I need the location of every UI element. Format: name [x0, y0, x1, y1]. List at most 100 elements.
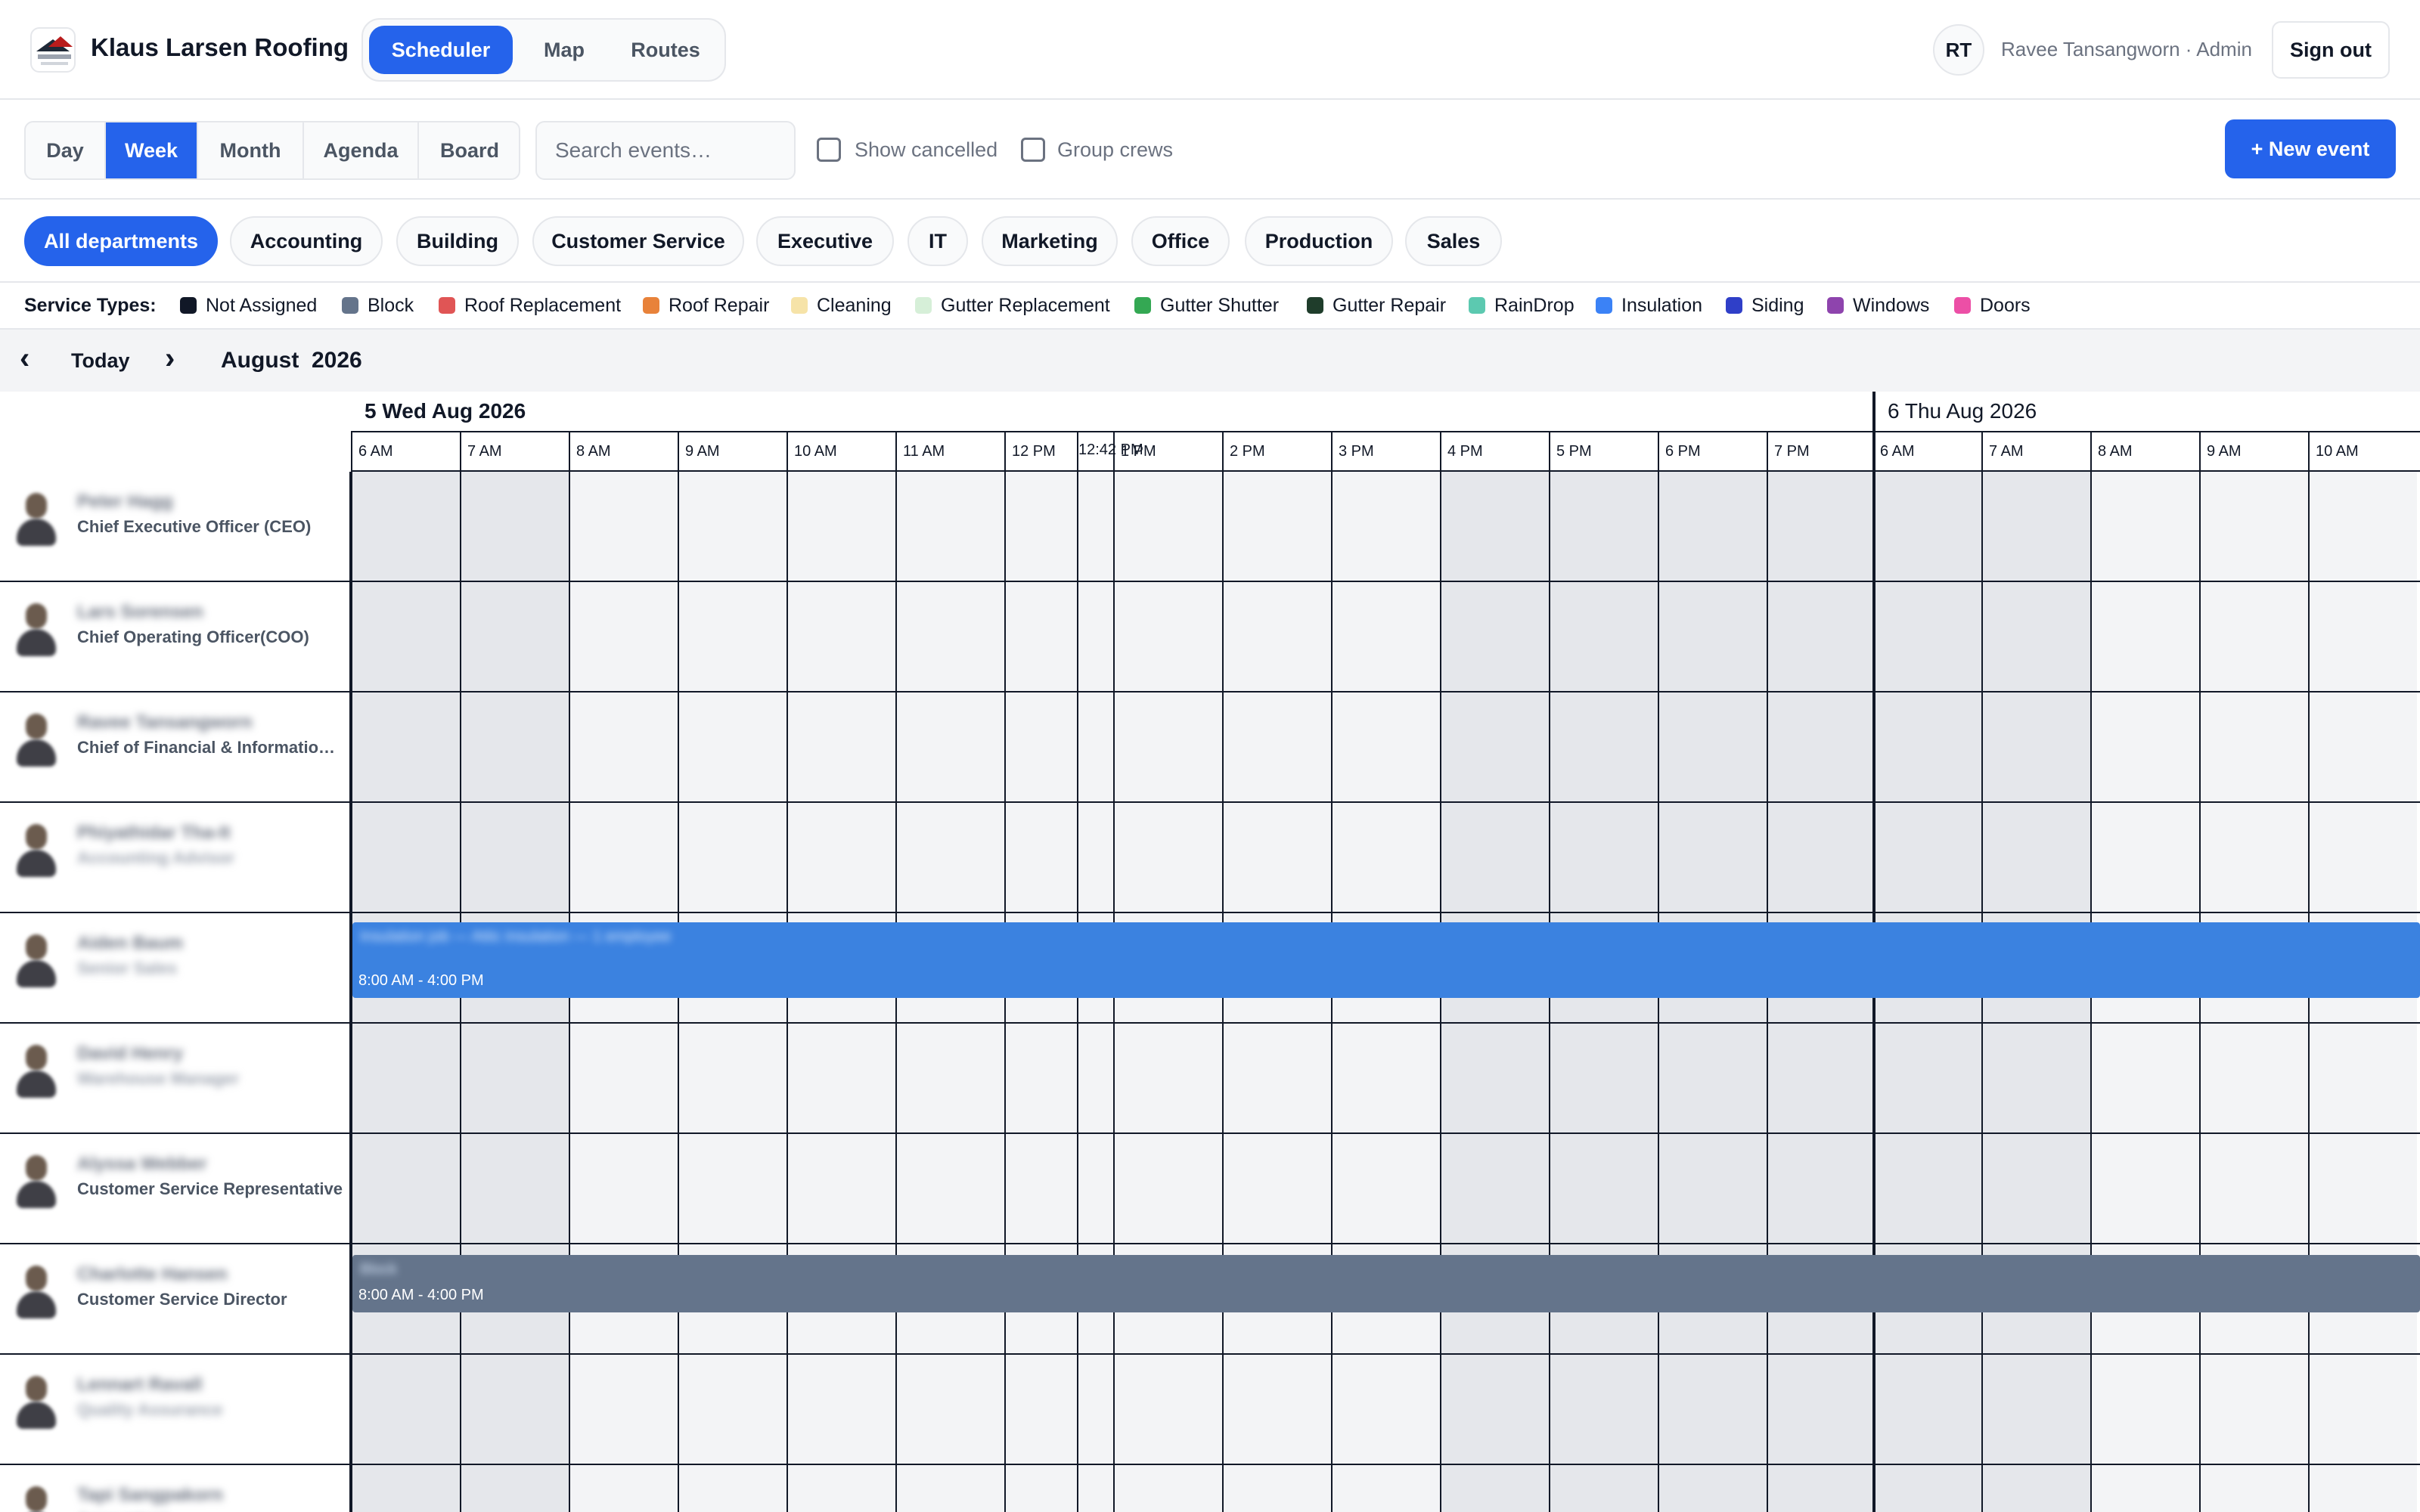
time-slot[interactable]	[786, 1134, 895, 1243]
time-slot[interactable]	[1658, 1134, 1767, 1243]
dept-chip-sales[interactable]: Sales	[1405, 216, 1502, 266]
time-slot[interactable]	[678, 1134, 786, 1243]
time-slot[interactable]	[1113, 692, 1222, 801]
time-slot[interactable]	[2308, 1024, 2417, 1132]
search-events-input[interactable]	[535, 121, 796, 180]
time-slot[interactable]	[351, 692, 460, 801]
time-slot[interactable]	[2199, 1465, 2308, 1512]
calendar-event[interactable]: Block 8:00 AM - 4:00 PM	[352, 1255, 2420, 1312]
time-slot[interactable]	[786, 582, 895, 691]
time-slot[interactable]	[1222, 472, 1331, 581]
time-slot[interactable]	[1767, 582, 1876, 691]
time-slot[interactable]	[1658, 1355, 1767, 1464]
time-slot[interactable]	[1981, 1134, 2090, 1243]
time-slot[interactable]	[678, 1355, 786, 1464]
time-slot[interactable]	[2199, 1355, 2308, 1464]
user-avatar[interactable]: RT	[1933, 24, 1984, 76]
time-slot[interactable]	[2090, 472, 2199, 581]
time-slot[interactable]	[1549, 1134, 1658, 1243]
resource-label[interactable]: Alyssa Webber Customer Service Representa…	[0, 1134, 351, 1244]
time-slot[interactable]	[895, 1024, 1004, 1132]
time-slot[interactable]	[351, 1024, 460, 1132]
time-slot[interactable]	[1440, 1355, 1549, 1464]
time-slot[interactable]	[351, 1465, 460, 1512]
chevron-right-icon[interactable]: ›	[165, 342, 175, 376]
time-slot[interactable]	[1981, 472, 2090, 581]
time-slot[interactable]	[1331, 1134, 1440, 1243]
time-slot[interactable]	[1113, 472, 1222, 581]
time-slot[interactable]	[1872, 582, 1981, 691]
time-slot[interactable]	[1004, 803, 1113, 912]
view-board-button[interactable]: Board	[419, 122, 519, 178]
time-slot[interactable]	[2308, 1465, 2417, 1512]
time-slot[interactable]	[460, 1465, 569, 1512]
dept-chip-accounting[interactable]: Accounting	[230, 216, 383, 266]
time-slot[interactable]	[460, 1355, 569, 1464]
time-slot[interactable]	[1331, 1355, 1440, 1464]
time-slot[interactable]	[1222, 1465, 1331, 1512]
time-slot[interactable]	[569, 692, 678, 801]
time-slot[interactable]	[1004, 1355, 1113, 1464]
time-slot[interactable]	[1767, 1024, 1876, 1132]
time-slot[interactable]	[895, 1355, 1004, 1464]
time-slot[interactable]	[1767, 692, 1876, 801]
time-slot[interactable]	[1549, 803, 1658, 912]
sign-out-button[interactable]: Sign out	[2272, 21, 2390, 79]
time-slot[interactable]	[569, 1024, 678, 1132]
time-slot[interactable]	[1872, 1024, 1981, 1132]
time-slot[interactable]	[1549, 1465, 1658, 1512]
time-slot[interactable]	[351, 1355, 460, 1464]
time-slot[interactable]	[1440, 692, 1549, 801]
time-slot[interactable]	[1004, 1024, 1113, 1132]
today-button[interactable]: Today	[71, 349, 130, 373]
time-slot[interactable]	[678, 582, 786, 691]
time-slot[interactable]	[895, 803, 1004, 912]
resource-label[interactable]: Ravee Tansangworn Chief of Financial & In…	[0, 692, 351, 803]
time-slot[interactable]	[1767, 1465, 1876, 1512]
time-slot[interactable]	[1658, 582, 1767, 691]
time-slot[interactable]	[2199, 1024, 2308, 1132]
time-slot[interactable]	[569, 1355, 678, 1464]
time-slot[interactable]	[678, 1465, 786, 1512]
time-slot[interactable]	[1549, 692, 1658, 801]
time-slot[interactable]	[2199, 582, 2308, 691]
time-slot[interactable]	[1981, 803, 2090, 912]
group-crews-checkbox[interactable]	[1021, 138, 1045, 162]
resource-label[interactable]: Aiden Baum Senior Sales	[0, 913, 351, 1024]
time-slot[interactable]	[2199, 1134, 2308, 1243]
time-slot[interactable]	[1981, 1355, 2090, 1464]
time-slot[interactable]	[1331, 1024, 1440, 1132]
time-slot[interactable]	[351, 803, 460, 912]
time-slot[interactable]	[1549, 1024, 1658, 1132]
time-slot[interactable]	[1331, 472, 1440, 581]
time-slot[interactable]	[569, 803, 678, 912]
time-slot[interactable]	[786, 1355, 895, 1464]
time-slot[interactable]	[1767, 803, 1876, 912]
time-slot[interactable]	[786, 1024, 895, 1132]
resource-label[interactable]: David Henry Warehouse Manager	[0, 1024, 351, 1134]
time-slot[interactable]	[1440, 1134, 1549, 1243]
time-slot[interactable]	[1549, 472, 1658, 581]
time-slot[interactable]	[351, 1134, 460, 1243]
time-slot[interactable]	[2090, 803, 2199, 912]
time-slot[interactable]	[569, 582, 678, 691]
time-slot[interactable]	[569, 1465, 678, 1512]
time-slot[interactable]	[678, 803, 786, 912]
time-slot[interactable]	[1872, 1465, 1981, 1512]
time-slot[interactable]	[2199, 692, 2308, 801]
time-slot[interactable]	[1331, 803, 1440, 912]
time-slot[interactable]	[1222, 803, 1331, 912]
time-slot[interactable]	[678, 1024, 786, 1132]
time-slot[interactable]	[569, 472, 678, 581]
time-slot[interactable]	[1658, 472, 1767, 581]
time-slot[interactable]	[2308, 582, 2417, 691]
time-slot[interactable]	[1222, 582, 1331, 691]
time-slot[interactable]	[2090, 1465, 2199, 1512]
time-slot[interactable]	[1872, 803, 1981, 912]
time-slot[interactable]	[2199, 803, 2308, 912]
resource-label[interactable]: Tapi SangpakornAccountant	[0, 1465, 351, 1512]
show-cancelled-checkbox[interactable]	[817, 138, 841, 162]
time-slot[interactable]	[1004, 1465, 1113, 1512]
time-slot[interactable]	[786, 472, 895, 581]
new-event-button[interactable]: + New event	[2225, 119, 2396, 178]
